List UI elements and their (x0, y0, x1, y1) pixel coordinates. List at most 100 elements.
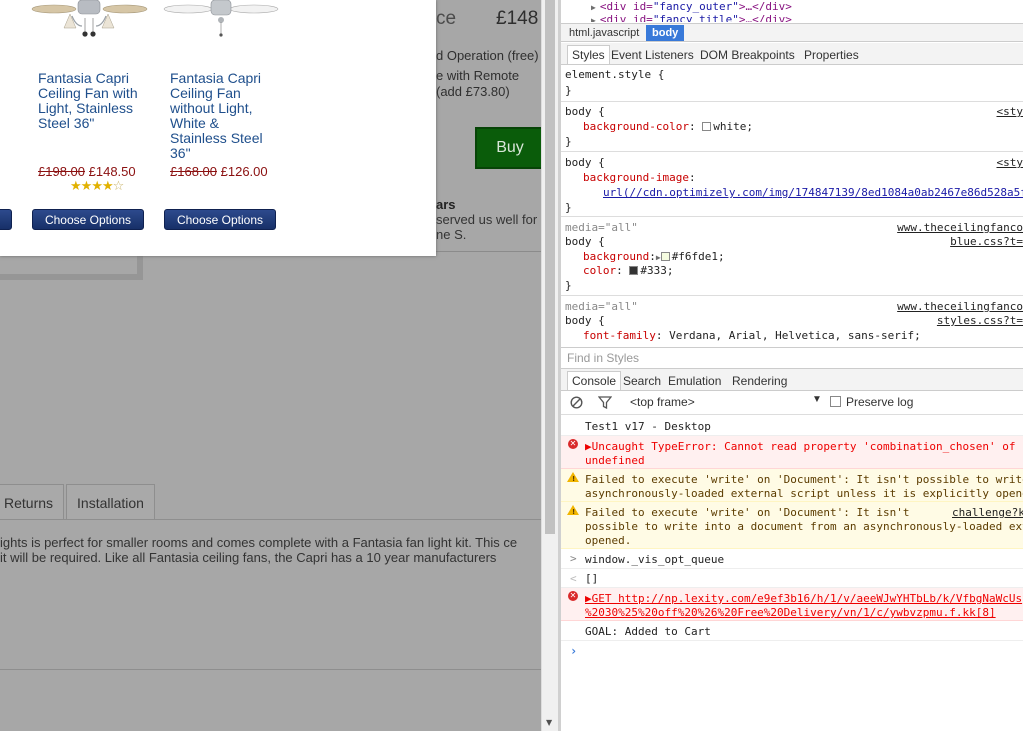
rule-close: } (565, 84, 572, 97)
tab-rendering[interactable]: Rendering (728, 371, 791, 390)
dom-node[interactable]: ▶ <div id="fancy_title">…</div> (591, 13, 792, 22)
rule-source-link[interactable]: styles.css?t= (937, 314, 1023, 327)
preserve-log-label: Preserve log (846, 395, 914, 409)
rule-selector[interactable]: body { (565, 314, 605, 327)
product-tabs: Returns Installation (0, 484, 157, 520)
rule-selector[interactable]: body { (565, 235, 605, 248)
clear-console-icon[interactable] (570, 396, 583, 409)
tab-returns[interactable]: Returns (0, 484, 65, 520)
option-text: d Operation (free) (436, 48, 539, 63)
website-viewport: ce £148 d Operation (free) e with Remote… (0, 0, 541, 731)
divider (436, 251, 541, 252)
rule-selector[interactable]: body { (565, 156, 605, 169)
rule-source-link[interactable]: www.theceilingfanco (897, 221, 1023, 234)
tab-styles[interactable]: Styles (567, 45, 610, 64)
sale-price: £126.00 (220, 164, 268, 179)
breadcrumb-html[interactable]: html.javascript (563, 25, 645, 41)
style-rule: element.style { } (561, 66, 1023, 102)
color-swatch-icon[interactable] (660, 252, 670, 261)
drawer-tabs: Console Search Emulation Rendering (561, 368, 1023, 391)
tab-search[interactable]: Search (619, 371, 665, 390)
frame-select[interactable]: <top frame> (630, 395, 695, 409)
related-products-modal: Fantasia Capri Ceiling Fan with Light, S… (0, 0, 436, 256)
rule-selector[interactable]: element.style { (565, 68, 664, 81)
chevron-left-icon: < (570, 572, 577, 585)
chevron-down-icon[interactable]: ▼ (812, 394, 822, 405)
star-icon: ★ (91, 179, 103, 194)
console-output[interactable]: < [] (561, 569, 1023, 588)
product-price: £168.00 £126.00 (170, 164, 268, 179)
expand-triangle-icon[interactable]: ▶ (591, 16, 596, 22)
tab-dom-breakpoints[interactable]: DOM Breakpoints (696, 45, 799, 64)
style-rule: media="all" www.theceilingfanco body { b… (561, 218, 1023, 296)
filter-icon[interactable] (598, 396, 612, 409)
rule-close: } (565, 201, 572, 214)
review-text: served us well for (436, 212, 538, 227)
rule-selector[interactable]: body { (565, 105, 605, 118)
rule-close: } (565, 135, 572, 148)
scroll-down-arrow-icon[interactable]: ▼ (546, 718, 552, 727)
prompt-chevron-icon: › (570, 644, 578, 658)
choose-options-button[interactable]: Choose Options (164, 209, 276, 230)
option-text: e with Remote (436, 68, 520, 83)
style-property[interactable]: background-image: (583, 171, 696, 184)
console-message[interactable]: Test1 v17 - Desktop (561, 416, 1023, 436)
style-property[interactable]: font-family: Verdana, Arial, Helvetica, … (583, 329, 921, 342)
error-icon: ✕ (568, 591, 578, 601)
color-swatch-icon[interactable] (702, 122, 712, 131)
console-message[interactable]: GOAL: Added to Cart (561, 621, 1023, 641)
style-property[interactable]: background:▶ #f6fde1; (583, 250, 725, 263)
tab-properties[interactable]: Properties (800, 45, 863, 64)
breadcrumb-body[interactable]: body (646, 25, 685, 41)
console-warning[interactable]: ! Failed to execute 'write' on 'Document… (561, 469, 1023, 502)
star-icon: ★ (70, 179, 82, 194)
divider (0, 669, 541, 670)
media-query: media="all" (565, 300, 638, 313)
page-scrollbar[interactable]: ▼ (541, 0, 558, 731)
style-property[interactable]: color: #333; (583, 264, 674, 277)
console-input-echo[interactable]: > window._vis_opt_queue (561, 549, 1023, 569)
buy-button[interactable]: Buy (475, 127, 541, 169)
console-prompt[interactable]: › (561, 641, 1023, 731)
rule-source-link[interactable]: blue.css?t= (950, 235, 1023, 248)
expand-triangle-icon[interactable]: ▶ (591, 3, 596, 12)
console-error[interactable]: ✕ ▶GET http://np.lexity.com/e9ef3b16/h/1… (561, 588, 1023, 621)
rule-source-link[interactable]: <sty (997, 105, 1023, 118)
tab-console[interactable]: Console (567, 371, 622, 390)
background-image-url[interactable]: url(//cdn.optimizely.com/img/174847139/8… (603, 186, 1023, 199)
style-rule: body { <sty background-image: url(//cdn.… (561, 153, 1023, 217)
old-price: £198.00 (38, 164, 85, 179)
console-source-link[interactable]: challenge?k (952, 506, 1023, 519)
console-toolbar: <top frame> ▼ Preserve log (561, 391, 1023, 415)
description-text: ights is perfect for smaller rooms and c… (0, 535, 518, 550)
ceiling-fan-light-image[interactable] (30, 0, 148, 40)
rule-close: } (565, 279, 572, 292)
tab-emulation[interactable]: Emulation (664, 371, 725, 390)
style-rule: body { <sty background-color: white; } (561, 102, 1023, 152)
review-heading: ars (436, 197, 456, 212)
product-name-link[interactable]: Fantasia Capri Ceiling Fan with Light, S… (38, 71, 138, 131)
old-price: £168.00 (170, 164, 217, 179)
dom-node[interactable]: ▶ <div id="fancy_outer">…</div> (591, 0, 792, 13)
tab-event-listeners[interactable]: Event Listeners (607, 45, 698, 64)
color-swatch-icon[interactable] (629, 266, 639, 275)
product-price: £198.00 £148.50 (38, 164, 136, 179)
console-warning[interactable]: ! Failed to execute 'write' on 'Document… (561, 502, 1023, 549)
scrollbar-thumb[interactable] (545, 0, 555, 534)
preserve-log-checkbox[interactable] (830, 396, 841, 407)
ceiling-fan-image[interactable] (162, 0, 280, 40)
star-rating: ★★★★☆ (70, 179, 124, 194)
star-icon: ★ (101, 179, 114, 194)
product-name-link[interactable]: Fantasia Capri Ceiling Fan without Light… (170, 71, 263, 161)
choose-options-button[interactable]: Choose Options (32, 209, 144, 230)
tab-installation[interactable]: Installation (66, 484, 155, 520)
dom-breadcrumb: html.javascript body (561, 23, 1023, 42)
find-in-styles-input[interactable]: Find in Styles (561, 347, 1023, 367)
choose-options-button[interactable] (0, 209, 12, 230)
option-text: (add £73.80) (436, 84, 510, 99)
style-property[interactable]: background-color: white; (583, 120, 753, 133)
divider (0, 519, 541, 520)
rule-source-link[interactable]: <sty (997, 156, 1023, 169)
console-error[interactable]: ✕ ▶Uncaught TypeError: Cannot read prope… (561, 436, 1023, 469)
rule-source-link[interactable]: www.theceilingfanco (897, 300, 1023, 313)
